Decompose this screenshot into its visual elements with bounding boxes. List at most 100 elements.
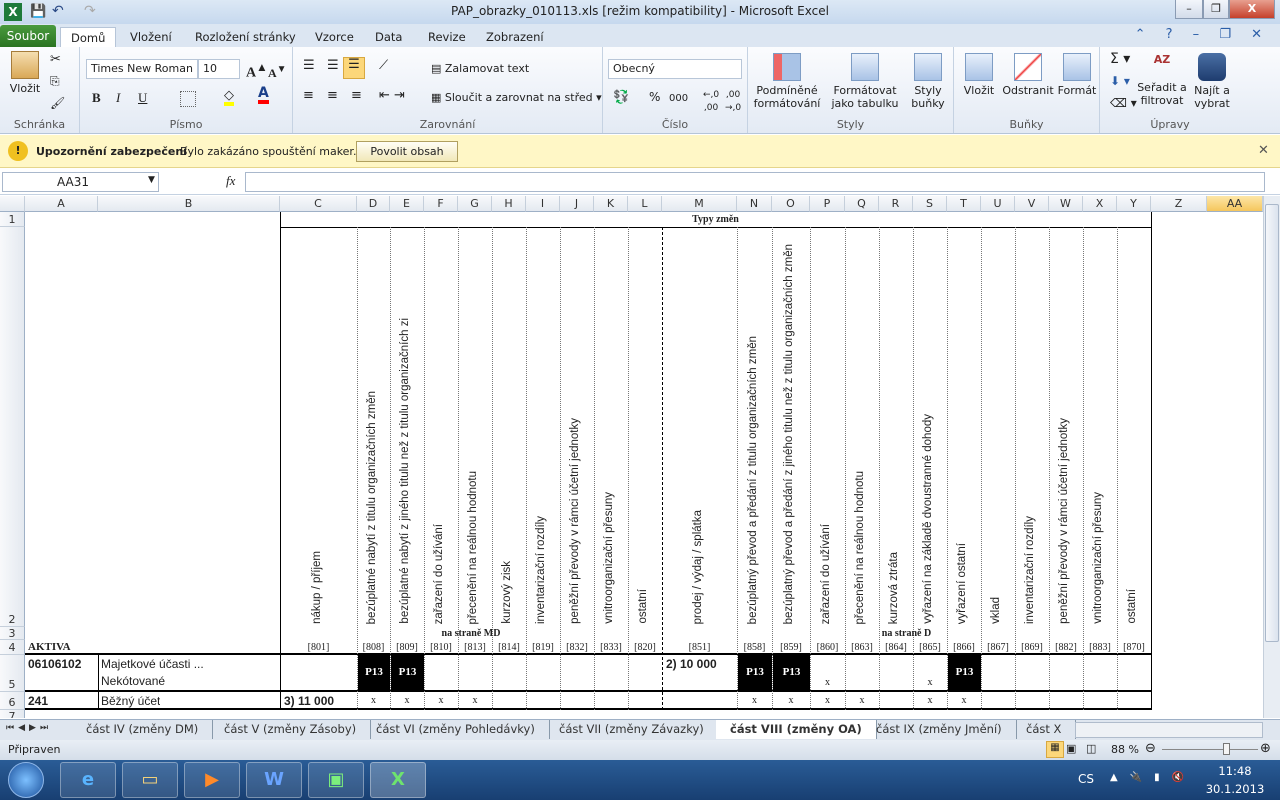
sort-filter-button[interactable]: AZ Seřadit a filtrovat	[1136, 53, 1188, 107]
sheet-tab[interactable]: část IV (změny DM)	[72, 720, 214, 739]
align-right-icon[interactable]: ≡	[351, 89, 362, 102]
x-mark-N[interactable]: x	[737, 695, 772, 706]
x-mark-S[interactable]: x	[913, 677, 947, 688]
percent-button[interactable]: %	[649, 91, 660, 104]
column-header-O[interactable]: O	[772, 196, 810, 212]
column-header-R[interactable]: R	[879, 196, 913, 212]
insert-function-button[interactable]: fx	[226, 173, 235, 189]
column-header-G[interactable]: G	[458, 196, 492, 212]
x-mark-P[interactable]: x	[810, 695, 845, 706]
header-cell-X[interactable]: vnitroorganizační přesuny	[1083, 229, 1117, 624]
media-player-taskbar-icon[interactable]: ▶	[184, 762, 240, 798]
header-cell-R[interactable]: kurzová ztráta	[879, 229, 913, 624]
column-header-X[interactable]: X	[1083, 196, 1117, 212]
column-header-A[interactable]: A	[25, 196, 98, 212]
delete-cells-button[interactable]: Odstranit	[1000, 53, 1056, 97]
code-cell-D[interactable]: [808]	[357, 642, 390, 653]
wrap-text-button[interactable]: ▤ Zalamovat text	[431, 62, 529, 75]
row-header-5[interactable]: 5	[0, 655, 25, 692]
sheet-tab[interactable]: část VII (změny Závazky)	[545, 720, 719, 739]
number-format-select[interactable]: Obecný	[608, 59, 742, 79]
code-cell-F[interactable]: [810]	[424, 642, 458, 653]
row-header-3[interactable]: 3	[0, 627, 25, 640]
account-number[interactable]: 06106102	[28, 657, 81, 671]
marked-cell-O[interactable]: P13	[773, 655, 810, 690]
code-cell-E[interactable]: [809]	[390, 642, 424, 653]
tab-3[interactable]: Vzorce	[305, 27, 364, 48]
zoom-slider-thumb[interactable]	[1223, 743, 1231, 755]
column-header-T[interactable]: T	[947, 196, 981, 212]
close-icon[interactable]: ✕	[1258, 143, 1269, 158]
header-cell-U[interactable]: vklad	[981, 229, 1015, 624]
column-header-L[interactable]: L	[628, 196, 662, 212]
row-header-6[interactable]: 6	[0, 692, 25, 710]
header-cell-P[interactable]: zařazení do užívání	[810, 229, 845, 624]
column-header-S[interactable]: S	[913, 196, 947, 212]
zoom-slider[interactable]	[1162, 749, 1258, 750]
column-header-B[interactable]: B	[98, 196, 280, 212]
cell-styles-button[interactable]: Styly buňky	[904, 53, 952, 110]
spreadsheet-grid[interactable]: A B C D E F G H I J K L M N O P Q R S T U V W X Y Z AA 1 2 3 4 5 6 7 Typy …	[0, 196, 1263, 718]
x-mark-D[interactable]: x	[357, 695, 390, 706]
tab-5[interactable]: Revize	[418, 27, 476, 48]
word-taskbar-icon[interactable]: W	[246, 762, 302, 798]
format-as-table-button[interactable]: Formátovat jako tabulku	[828, 53, 902, 110]
borders-icon[interactable]	[180, 91, 196, 107]
increase-decimal-icon[interactable]: ←,0,00	[703, 89, 719, 115]
amount-cell-C[interactable]: 3) 11 000	[284, 694, 334, 708]
align-bottom-icon[interactable]: ☰	[343, 57, 365, 79]
normal-view-button[interactable]: ▦	[1046, 741, 1064, 758]
header-cell-K[interactable]: vnitroorganizační přesuny	[594, 229, 628, 624]
enable-content-button[interactable]: Povolit obsah	[356, 141, 458, 162]
code-cell-H[interactable]: [814]	[492, 642, 526, 653]
column-header-M[interactable]: M	[662, 196, 737, 212]
conditional-formatting-button[interactable]: Podmíněné formátování	[750, 53, 824, 110]
column-header-K[interactable]: K	[594, 196, 628, 212]
code-cell-R[interactable]: [864]	[879, 642, 913, 653]
code-cell-M[interactable]: [851]	[662, 642, 737, 653]
minimize-button[interactable]: –	[1175, 0, 1203, 19]
format-painter-icon[interactable]: 🖌	[50, 97, 65, 110]
header-cell-S[interactable]: vyřazení na základě dvoustranné dohody	[913, 229, 947, 624]
x-mark-S[interactable]: x	[913, 695, 947, 706]
zoom-level[interactable]: 88 %	[1111, 743, 1139, 756]
font-size-select[interactable]: 10	[198, 59, 240, 79]
header-cell-O[interactable]: bezúplatný převod a předání z jiného tit…	[772, 229, 810, 624]
row-header-1[interactable]: 1	[0, 212, 25, 227]
fill-color-icon[interactable]: ◇	[224, 89, 234, 106]
header-cell-N[interactable]: bezúplatný převod a předání z titulu org…	[737, 229, 772, 624]
code-cell-X[interactable]: [883]	[1083, 642, 1117, 653]
column-header-E[interactable]: E	[390, 196, 424, 212]
marked-cell-T[interactable]: P13	[948, 655, 981, 690]
merge-center-button[interactable]: ▦ Sloučit a zarovnat na střed ▾	[431, 91, 602, 104]
code-cell-L[interactable]: [820]	[628, 642, 662, 653]
restore-button[interactable]: ❐	[1203, 0, 1229, 19]
row-header-4[interactable]: 4	[0, 640, 25, 655]
clear-icon[interactable]: ⌫ ▾	[1110, 97, 1137, 110]
column-header-Q[interactable]: Q	[845, 196, 879, 212]
column-header-W[interactable]: W	[1049, 196, 1083, 212]
autosum-icon[interactable]: Σ ▾	[1110, 52, 1130, 66]
sheet-tab[interactable]: část V (změny Zásoby)	[210, 720, 372, 739]
code-cell-V[interactable]: [869]	[1015, 642, 1049, 653]
ie-taskbar-icon[interactable]: e	[60, 762, 116, 798]
cut-icon[interactable]: ✂	[50, 53, 61, 66]
x-mark-P[interactable]: x	[810, 677, 845, 688]
amount-cell-M[interactable]: 2) 10 000	[666, 657, 717, 671]
code-cell-G[interactable]: [813]	[458, 642, 492, 653]
thousands-button[interactable]: 000	[669, 92, 688, 105]
align-center-icon[interactable]: ≡	[327, 89, 338, 102]
header-cell-L[interactable]: ostatní	[628, 229, 662, 624]
x-mark-O[interactable]: x	[772, 695, 810, 706]
account-number[interactable]: 241	[28, 694, 48, 708]
tray-icons[interactable]: ▲🔌▮🔇	[1110, 772, 1196, 783]
code-cell-P[interactable]: [860]	[810, 642, 845, 653]
column-header-U[interactable]: U	[981, 196, 1015, 212]
code-cell-W[interactable]: [882]	[1049, 642, 1083, 653]
code-cell-O[interactable]: [859]	[772, 642, 810, 653]
header-cell-Y[interactable]: ostatní	[1117, 229, 1151, 624]
shrink-font-icon[interactable]: A▼	[268, 63, 287, 80]
x-mark-T[interactable]: x	[947, 695, 981, 706]
row-header-7[interactable]: 7	[0, 710, 25, 718]
underline-button[interactable]: U	[138, 91, 147, 104]
